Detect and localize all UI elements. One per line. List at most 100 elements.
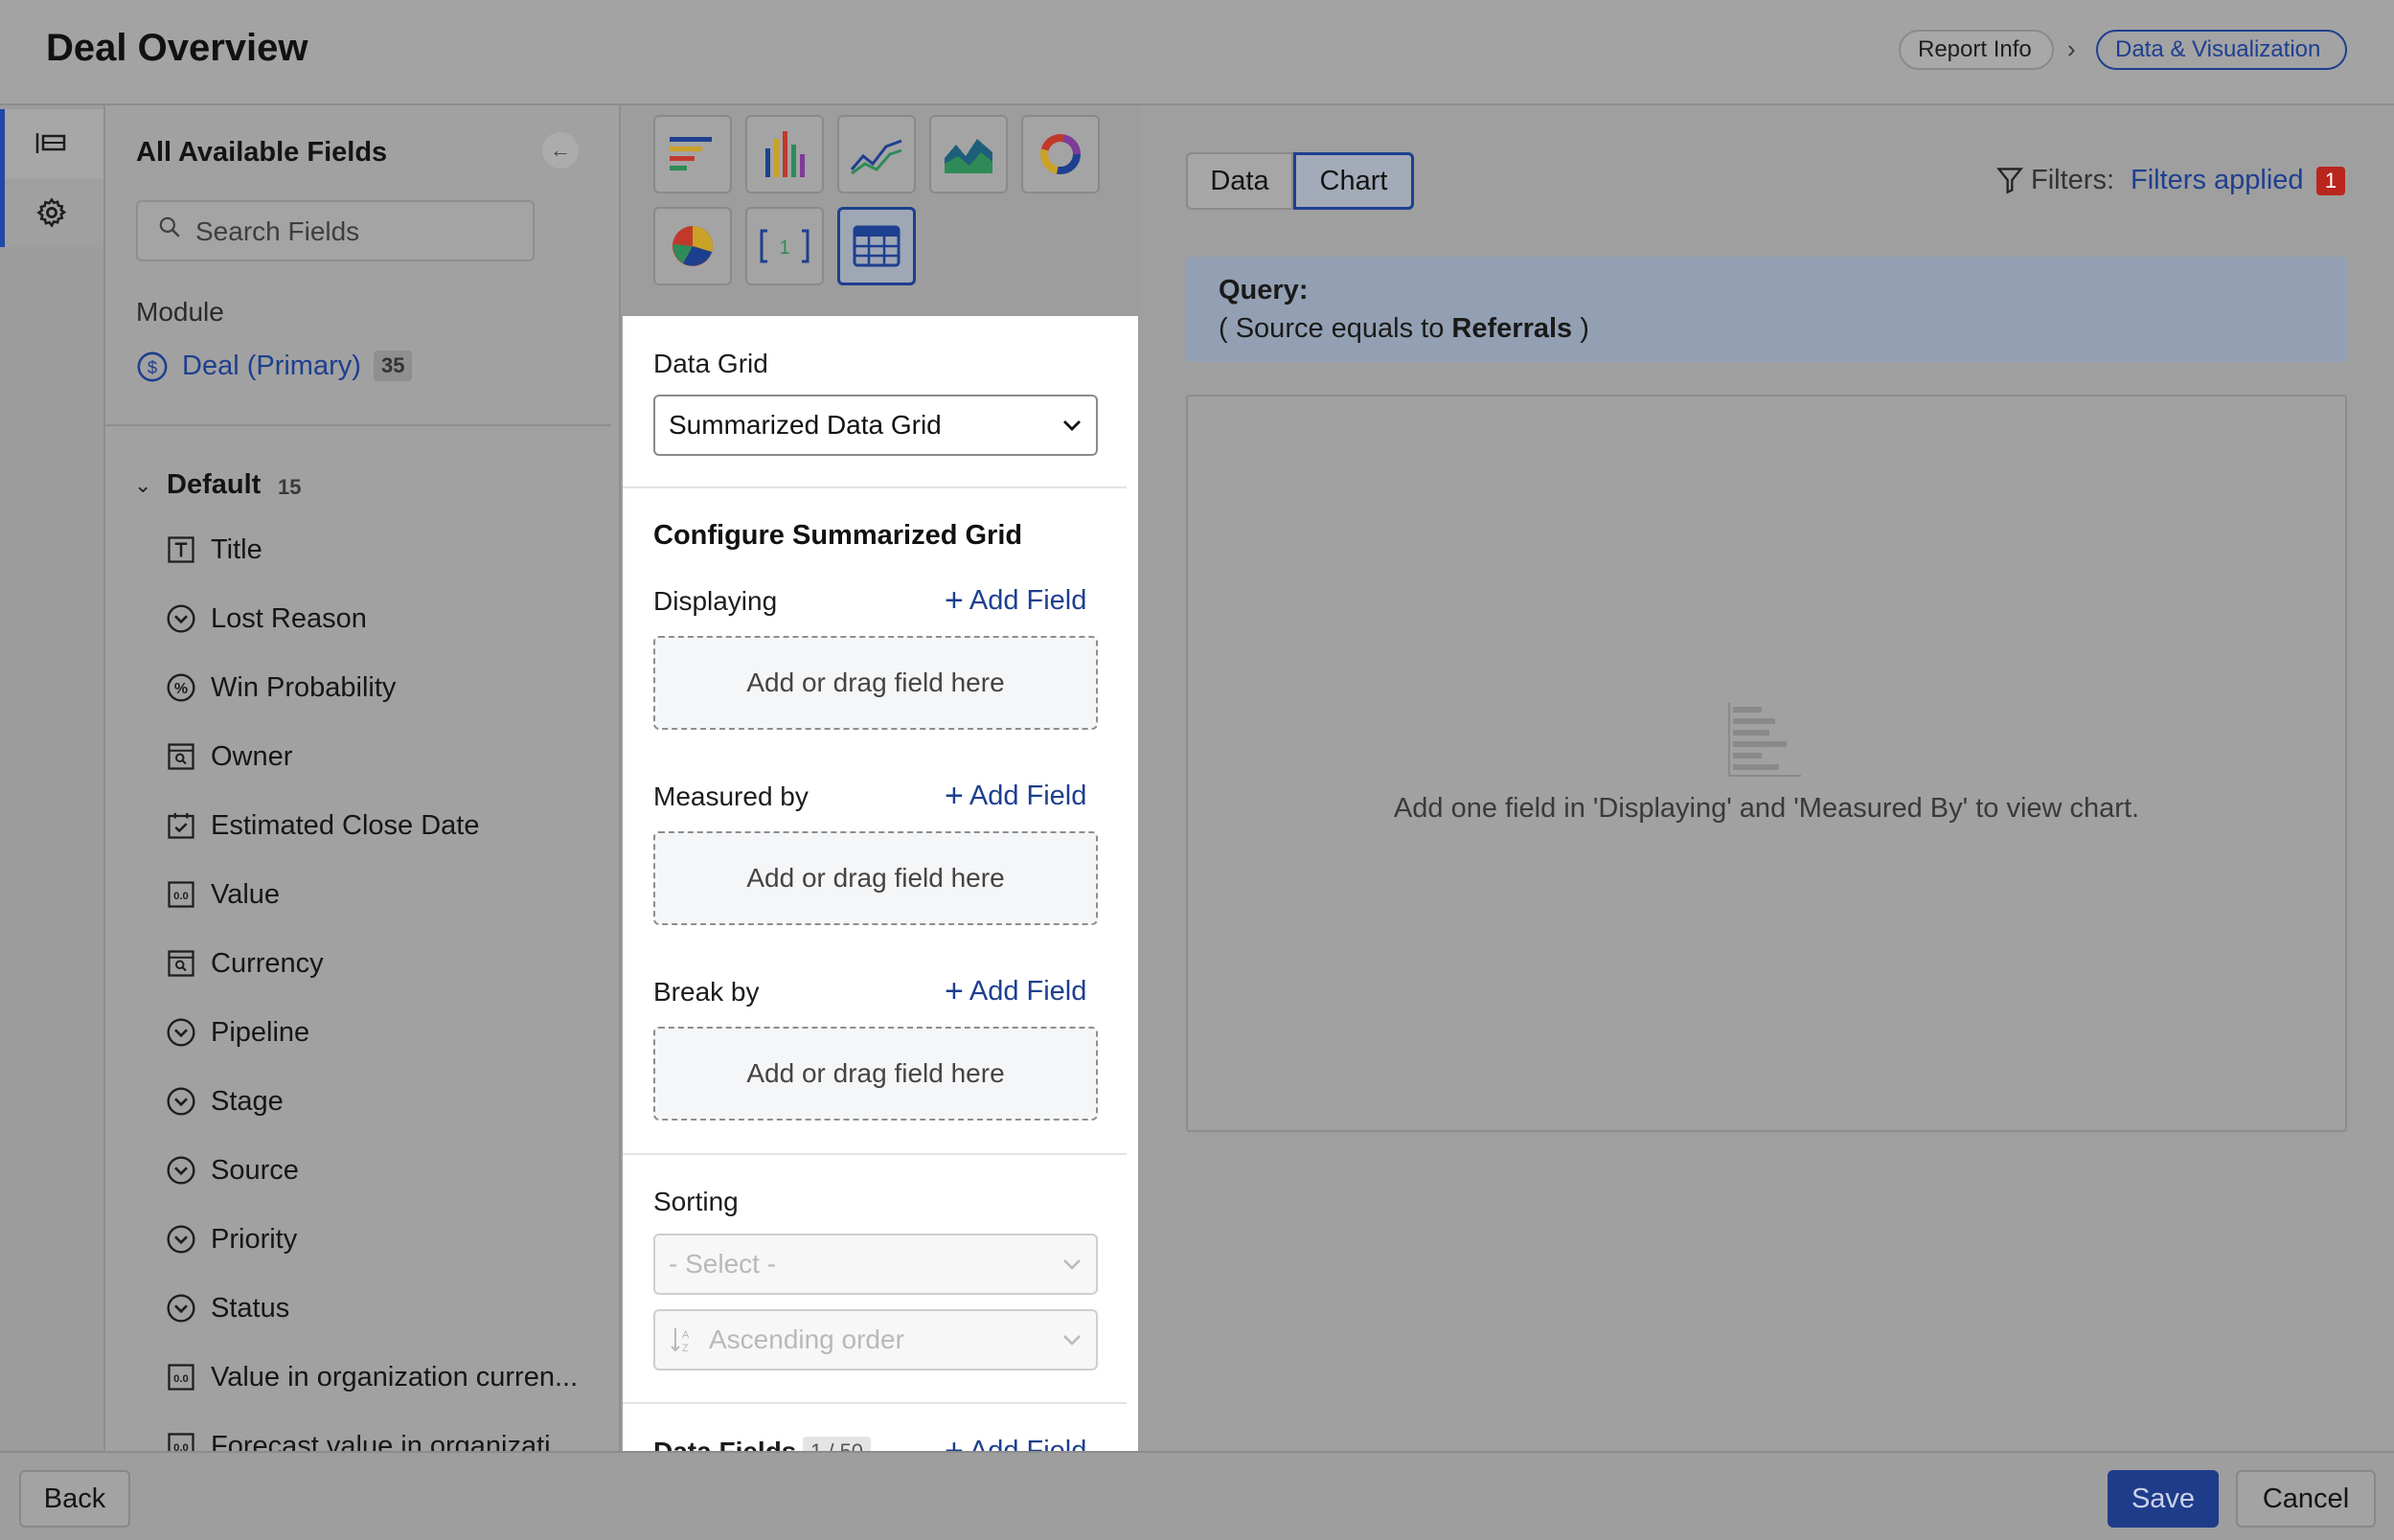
vertical-bar-icon	[765, 131, 805, 177]
svg-text:0.0: 0.0	[173, 891, 189, 902]
donut-chart-button[interactable]	[1021, 115, 1100, 193]
dropdown-field-icon	[165, 1085, 197, 1118]
add-field-label: Add Field	[969, 781, 1087, 811]
field-item-label: Source	[211, 1154, 299, 1186]
measured-add-field-button[interactable]: + Add Field	[945, 778, 1086, 815]
query-text: ( Source equals to Referrals )	[1219, 313, 1589, 345]
chevron-down-icon[interactable]: ⌄	[134, 473, 151, 498]
field-item-label: Pipeline	[211, 1016, 310, 1048]
svg-text:0.0: 0.0	[173, 1373, 189, 1385]
search-icon	[157, 215, 182, 244]
field-item-label: Estimated Close Date	[211, 809, 480, 841]
save-button[interactable]: Save	[2108, 1470, 2219, 1528]
field-item[interactable]: Currency	[165, 942, 324, 985]
horizontal-bar-chart-button[interactable]	[653, 115, 732, 193]
field-item-label: Title	[211, 533, 262, 565]
number-field-icon: 0.0	[165, 878, 197, 911]
break-by-label: Break by	[653, 977, 760, 1007]
cancel-button[interactable]: Cancel	[2236, 1470, 2376, 1528]
field-item[interactable]: 0.0 Value in organization curren...	[165, 1356, 578, 1398]
module-label: Module	[136, 297, 224, 327]
rail-fields-button[interactable]	[0, 109, 103, 178]
field-item[interactable]: 0.0 Value	[165, 873, 280, 916]
field-item[interactable]: Lost Reason	[165, 598, 367, 640]
sorting-label: Sorting	[653, 1187, 739, 1216]
sorting-order-select[interactable]: AZ Ascending order	[653, 1309, 1098, 1370]
back-button[interactable]: Back	[19, 1470, 130, 1528]
displaying-add-field-button[interactable]: + Add Field	[945, 582, 1086, 620]
field-group-count: 15	[278, 475, 302, 499]
field-group-name[interactable]: Default	[167, 469, 261, 501]
sorting-field-select[interactable]: - Select -	[653, 1234, 1098, 1295]
data-grid-button[interactable]	[837, 207, 916, 285]
rail-settings-button[interactable]	[0, 178, 103, 247]
field-item[interactable]: Pipeline	[165, 1011, 309, 1053]
filters-count-badge: 1	[2316, 167, 2345, 195]
measured-by-label: Measured by	[653, 781, 809, 811]
line-chart-button[interactable]	[837, 115, 916, 193]
filter-icon	[1996, 166, 2023, 199]
drop-zone-text: Add or drag field here	[746, 1058, 1005, 1088]
query-value: Referrals	[1451, 313, 1573, 344]
vertical-bar-chart-button[interactable]	[745, 115, 824, 193]
empty-chart-icon	[1724, 699, 1805, 784]
svg-text:A: A	[682, 1329, 690, 1341]
field-item[interactable]: Source	[165, 1149, 299, 1191]
query-suffix: )	[1572, 313, 1589, 344]
pie-chart-button[interactable]	[653, 207, 732, 285]
field-item-label: Status	[211, 1292, 290, 1324]
dropdown-field-icon	[165, 1223, 197, 1256]
lookup-field-icon	[165, 740, 197, 773]
break-add-field-button[interactable]: + Add Field	[945, 973, 1086, 1010]
breadcrumb-data-visualization[interactable]: Data & Visualization	[2096, 30, 2347, 70]
measured-drop-zone[interactable]: Add or drag field here	[653, 831, 1098, 925]
displaying-drop-zone[interactable]: Add or drag field here	[653, 636, 1098, 730]
break-drop-zone[interactable]: Add or drag field here	[653, 1027, 1098, 1121]
dropdown-field-icon	[165, 1154, 197, 1187]
area-chart-button[interactable]	[929, 115, 1008, 193]
breadcrumb-report-info[interactable]: Report Info	[1899, 30, 2054, 70]
field-item[interactable]: Owner	[165, 736, 292, 778]
plus-icon: +	[945, 778, 964, 814]
data-grid-select[interactable]: Summarized Data Grid	[653, 395, 1098, 456]
dropdown-field-icon	[165, 1016, 197, 1049]
gear-icon	[36, 197, 67, 228]
search-placeholder: Search Fields	[195, 216, 360, 246]
sorting-order-value: Ascending order	[709, 1325, 904, 1354]
horizontal-bar-icon	[670, 137, 712, 170]
field-item[interactable]: Priority	[165, 1218, 297, 1260]
arrow-left-icon: ←	[550, 138, 571, 162]
collapse-panel-button[interactable]: ←	[542, 132, 579, 169]
module-count-badge: 35	[374, 351, 413, 381]
field-item[interactable]: % Win Probability	[165, 667, 396, 709]
drop-zone-text: Add or drag field here	[746, 668, 1005, 697]
divider	[623, 1402, 1127, 1404]
module-link[interactable]: Deal (Primary)	[182, 351, 361, 382]
field-item-label: Lost Reason	[211, 602, 367, 634]
plus-icon: +	[945, 973, 964, 1009]
filters-applied-link[interactable]: Filters applied	[2131, 165, 2304, 196]
field-item[interactable]: Title	[165, 529, 262, 571]
plus-icon: +	[945, 582, 964, 619]
tab-data[interactable]: Data	[1186, 152, 1293, 210]
text-field-icon	[165, 533, 197, 566]
fields-panel-title: All Available Fields	[136, 137, 388, 168]
query-prefix: ( Source equals to	[1219, 313, 1452, 344]
field-item-label: Currency	[211, 947, 324, 979]
lookup-field-icon	[165, 947, 197, 980]
query-label: Query:	[1219, 275, 1309, 306]
area-chart-icon	[945, 139, 992, 173]
field-item[interactable]: Status	[165, 1287, 289, 1329]
field-item[interactable]: Stage	[165, 1080, 284, 1122]
kpi-chart-button[interactable]: 1	[745, 207, 824, 285]
field-item[interactable]: Estimated Close Date	[165, 804, 479, 847]
tab-chart[interactable]: Chart	[1293, 152, 1414, 210]
field-item-label: Stage	[211, 1085, 284, 1117]
left-rail	[0, 105, 105, 1451]
donut-chart-icon	[1040, 134, 1081, 174]
configure-grid-title: Configure Summarized Grid	[653, 520, 1023, 551]
divider	[623, 1153, 1127, 1155]
query-box	[1186, 257, 2347, 362]
breadcrumb-chevron-icon: ›	[2067, 34, 2076, 63]
page-title: Deal Overview	[46, 27, 308, 69]
